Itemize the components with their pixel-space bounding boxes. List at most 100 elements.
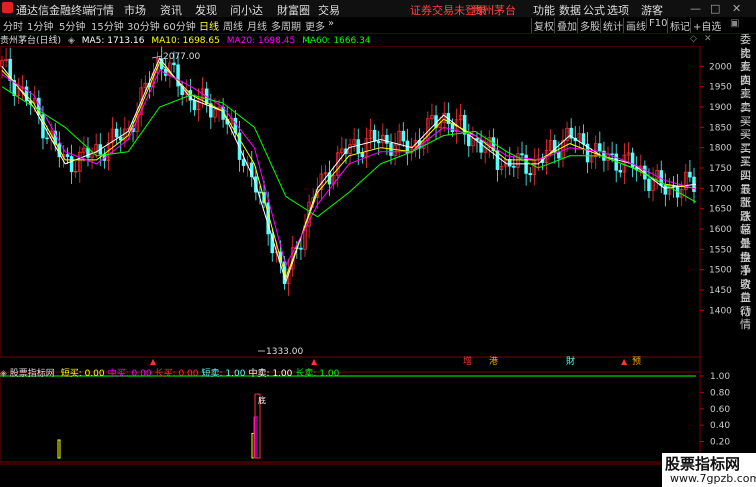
side-panel-item[interactable]: 换手 xyxy=(735,251,756,278)
event-marker-yu[interactable]: 预 xyxy=(632,356,641,367)
candle-body xyxy=(45,137,49,140)
candle xyxy=(323,164,328,183)
btn-diejia[interactable]: 叠加 xyxy=(554,18,577,33)
menu-faxian[interactable]: 发现 xyxy=(195,2,217,18)
side-panel-item[interactable]: 买五 xyxy=(735,169,756,196)
menu-shuju[interactable]: 数据 xyxy=(559,2,581,18)
candle-body xyxy=(610,153,614,155)
btn-f10[interactable]: F10 xyxy=(646,18,667,29)
side-panel-item[interactable]: 买四 xyxy=(735,155,756,182)
candle xyxy=(381,123,385,149)
period-monthly[interactable]: 月线 xyxy=(247,18,267,33)
legend-settings-icon[interactable]: ◈ xyxy=(68,36,75,46)
candle xyxy=(73,160,78,178)
event-marker[interactable]: ▲ xyxy=(150,357,157,366)
maximize-icon[interactable]: □ xyxy=(710,2,720,15)
close-icon[interactable]: ✕ xyxy=(732,2,741,15)
side-panel-item[interactable]: 行情 xyxy=(735,305,756,332)
more-chevron-icon[interactable]: » xyxy=(328,18,334,29)
side-panel-item[interactable]: 卖五 xyxy=(735,47,756,74)
menu-shichang[interactable]: 市场 xyxy=(124,2,146,18)
period-fenshi[interactable]: 分时 xyxy=(3,18,23,33)
toolbar-extra-icon[interactable]: ▣ xyxy=(730,18,739,29)
period-30min[interactable]: 30分钟 xyxy=(127,18,160,33)
candle xyxy=(352,127,356,152)
side-panel-item[interactable]: 净资 xyxy=(735,264,756,291)
high-leader-line xyxy=(151,55,163,59)
candle xyxy=(401,122,406,148)
period-60min[interactable]: 60分钟 xyxy=(163,18,196,33)
event-marker[interactable]: ▲ xyxy=(311,357,318,366)
title-bar: 通达信金融终端 行情 市场 资讯 发现 问小达 財富圈 交易 证券交易未登录 贵… xyxy=(0,0,756,18)
minimize-icon[interactable]: — xyxy=(690,2,701,15)
candle xyxy=(114,122,119,144)
period-daily[interactable]: 日线 xyxy=(199,18,219,33)
side-panel-item[interactable]: 涨跌 xyxy=(735,196,756,223)
btn-tongji[interactable]: 统计 xyxy=(600,18,623,33)
side-panel-item[interactable]: 涨幅 xyxy=(735,210,756,237)
indicator-settings-icon[interactable]: ◈ xyxy=(0,369,7,379)
menu-gongneng[interactable]: 功能 xyxy=(533,2,555,18)
side-panel-item[interactable]: 买三 xyxy=(735,142,756,169)
event-marker-gang[interactable]: 港 xyxy=(489,355,498,367)
side-panel-item[interactable]: 自动 xyxy=(735,291,756,318)
side-panel-item[interactable]: 卖一 xyxy=(735,101,756,128)
candle-body xyxy=(192,99,197,111)
period-1min[interactable]: 1分钟 xyxy=(27,18,53,33)
candle-body xyxy=(688,171,692,178)
candle xyxy=(577,126,582,150)
menu-xuanxiang[interactable]: 选项 xyxy=(607,2,629,18)
side-panel-item[interactable]: 卖四 xyxy=(735,60,756,87)
side-panel-item[interactable]: 卖二 xyxy=(735,87,756,114)
candle-body xyxy=(630,152,635,168)
chart-option-icon[interactable]: ◇ xyxy=(690,34,697,44)
side-panel-item[interactable]: 买二 xyxy=(735,128,756,155)
candle xyxy=(471,126,475,153)
side-panel-item[interactable]: 最新 xyxy=(735,183,756,210)
btn-zixuan[interactable]: +自选 xyxy=(690,18,721,33)
candle-body xyxy=(557,151,561,159)
period-5min[interactable]: 5分钟 xyxy=(59,18,85,33)
candle xyxy=(368,118,373,149)
side-panel-item[interactable]: 委比 xyxy=(735,33,756,60)
indicator-panel: 1.00 0.80 0.60 0.40 0.20 底 xyxy=(0,372,730,459)
price-pane-border xyxy=(0,46,701,358)
price-tick-label: 1850 xyxy=(709,123,732,133)
menu-zixun[interactable]: 资讯 xyxy=(160,2,182,18)
period-weekly[interactable]: 周线 xyxy=(223,18,243,33)
btn-huaxian[interactable]: 画线 xyxy=(623,18,646,33)
menu-youke[interactable]: 游客 xyxy=(641,2,663,18)
candle xyxy=(659,160,663,194)
side-panel-item[interactable]: 收益 xyxy=(735,278,756,305)
menu-gongshi[interactable]: 公式 xyxy=(583,2,605,18)
side-panel-item[interactable]: 买一 xyxy=(735,115,756,142)
candle-body xyxy=(376,141,381,144)
event-marker[interactable]: ▲ xyxy=(621,357,628,366)
btn-duogu[interactable]: 多股 xyxy=(577,18,600,33)
period-more[interactable]: 更多 xyxy=(305,18,325,33)
app-title: 通达信金融终端 xyxy=(16,4,93,17)
menu-jiaoyi[interactable]: 交易 xyxy=(318,2,340,18)
menu-wenxiaoda[interactable]: 问小达 xyxy=(230,2,263,18)
event-marker-zeng[interactable]: 增 xyxy=(463,355,472,367)
side-panel-item[interactable]: 卖三 xyxy=(735,74,756,101)
menu-caifuquan[interactable]: 財富圈 xyxy=(277,2,310,18)
event-marker-cai[interactable]: 財 xyxy=(566,355,575,367)
btn-biaoji[interactable]: 标记 xyxy=(667,18,690,33)
candle xyxy=(651,167,655,202)
indicator-tick-label: 0.40 xyxy=(710,421,730,431)
candle xyxy=(483,135,487,164)
kline-chart[interactable]: 2000 1950 1900 1850 1800 1750 1700 1650 1600 1550… xyxy=(0,46,735,466)
indicator-name[interactable]: 股票指标网 xyxy=(10,369,55,379)
menu-hangqing[interactable]: 行情 xyxy=(92,2,114,18)
candle-body xyxy=(385,134,389,144)
candle xyxy=(78,146,82,183)
price-tick-label: 1400 xyxy=(709,306,732,316)
candle-body xyxy=(69,156,74,173)
period-multi[interactable]: 多周期 xyxy=(271,18,301,33)
period-15min[interactable]: 15分钟 xyxy=(91,18,124,33)
chart-close-icon[interactable]: ✕ xyxy=(704,34,712,44)
btn-fuquan[interactable]: 复权 xyxy=(531,18,554,33)
side-panel-item[interactable]: 总量 xyxy=(735,223,756,250)
side-panel-item[interactable]: 外盘 xyxy=(735,237,756,264)
